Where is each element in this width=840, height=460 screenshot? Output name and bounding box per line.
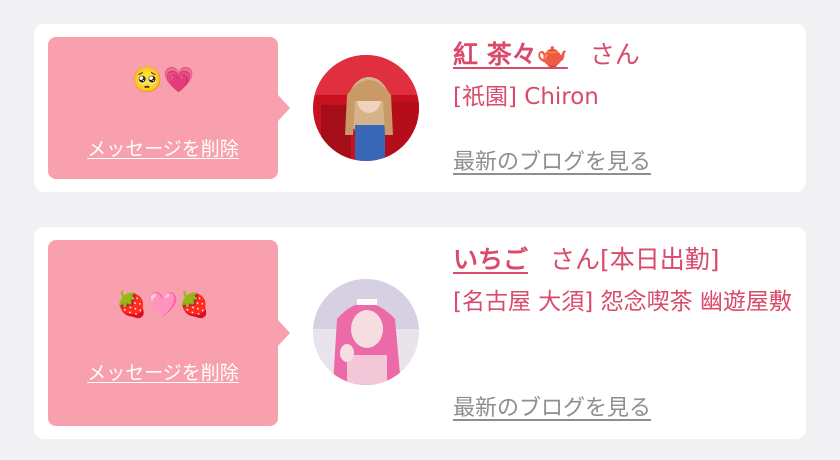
latest-blog-link[interactable]: 最新のブログを見る (453, 144, 651, 176)
message-card: 🍓🩷🍓 メッセージを削除 いちご さん[本日出勤] [名古屋 大須] 怨念喫茶 幽… (34, 227, 806, 439)
sender-info: いちご さん[本日出勤] [名古屋 大須] 怨念喫茶 幽遊屋敷 (453, 241, 792, 325)
delete-message-link[interactable]: メッセージを削除 (48, 358, 278, 385)
message-bubble: 🍓🩷🍓 メッセージを削除 (48, 240, 290, 426)
name-line: 紅 茶々🫖 さん (453, 36, 792, 74)
message-text: 🍓🩷🍓 (116, 290, 210, 319)
latest-blog-link[interactable]: 最新のブログを見る (453, 390, 651, 422)
sender-info: 紅 茶々🫖 さん [祇園] Chiron (453, 36, 792, 120)
message-text: 🥺💗 (131, 65, 195, 94)
name-line: いちご さん[本日出勤] (453, 241, 792, 279)
avatar[interactable] (313, 55, 419, 161)
shop-name: [祇園] Chiron (453, 84, 599, 110)
name-suffix: さん (589, 40, 640, 69)
message-bubble: 🥺💗 メッセージを削除 (48, 37, 290, 179)
delete-message-link[interactable]: メッセージを削除 (48, 134, 278, 161)
sender-name-link[interactable]: 紅 茶々🫖 (453, 40, 568, 69)
name-suffix: さん[本日出勤] (550, 245, 720, 274)
shop-name: [名古屋 大須] 怨念喫茶 幽遊屋敷 (453, 289, 792, 315)
sender-name-link[interactable]: いちご (453, 245, 528, 274)
avatar[interactable] (313, 279, 419, 385)
message-card: 🥺💗 メッセージを削除 紅 茶々🫖 さん [祇園] Chiron 最新のブログを見… (34, 24, 806, 192)
